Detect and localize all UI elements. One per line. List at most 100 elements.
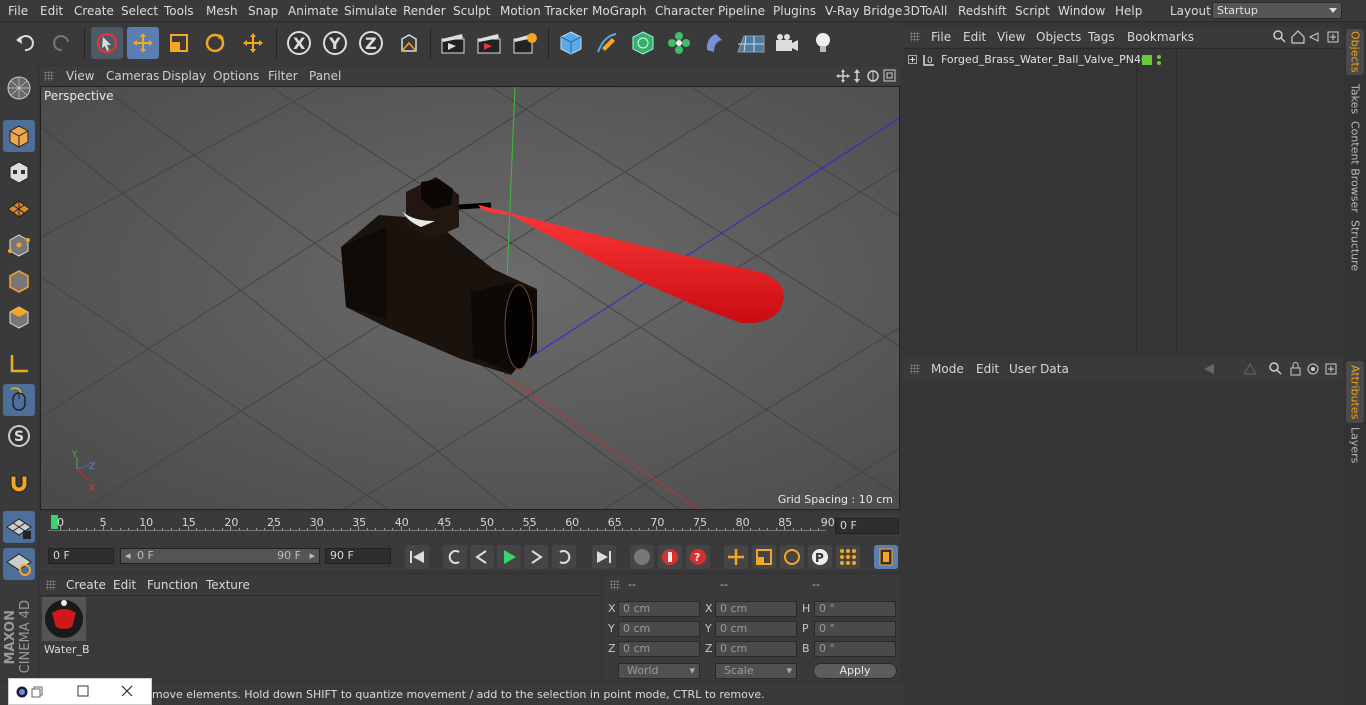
panel-grip-icon[interactable]: [46, 580, 56, 590]
objects-menu-tags[interactable]: Tags: [1088, 30, 1115, 44]
rot-b-field[interactable]: 0 °: [814, 641, 896, 657]
menu-select[interactable]: Select: [121, 4, 158, 18]
tab-structure[interactable]: Structure: [1346, 217, 1364, 275]
3d-viewport[interactable]: Y Z X Perspective Grid Spacing : 10 cm: [40, 86, 900, 510]
maximize-icon[interactable]: [77, 685, 89, 697]
layer-color-swatch[interactable]: [1142, 55, 1152, 65]
next-key-button[interactable]: [552, 545, 576, 569]
menu-motion-tracker[interactable]: Motion Tracker: [500, 4, 588, 18]
menu-3dtoall[interactable]: 3DToAll: [903, 4, 947, 18]
undo-button[interactable]: [10, 27, 42, 59]
rot-p-field[interactable]: 0 °: [814, 621, 896, 637]
render-view-button[interactable]: [437, 27, 469, 59]
menu-edit[interactable]: Edit: [40, 4, 63, 18]
next-frame-button[interactable]: [524, 545, 548, 569]
menu-create[interactable]: Create: [74, 4, 114, 18]
objects-menu-edit[interactable]: Edit: [963, 30, 986, 44]
add-mograph-button[interactable]: [663, 27, 695, 59]
transform-tool-button[interactable]: [237, 27, 269, 59]
end-frame-field[interactable]: 90 F: [325, 548, 391, 564]
close-icon[interactable]: [121, 685, 133, 697]
pos-z-field[interactable]: 0 cm: [618, 641, 700, 657]
y-axis-lock-button[interactable]: Y: [319, 27, 351, 59]
texture-mode-button[interactable]: [3, 156, 35, 188]
expand-icon[interactable]: [908, 55, 918, 65]
object-manager-tools[interactable]: [1272, 29, 1342, 45]
play-button[interactable]: [497, 545, 521, 569]
x-axis-lock-button[interactable]: X: [283, 27, 315, 59]
attributes-menu-edit[interactable]: Edit: [976, 362, 999, 376]
size-z-field[interactable]: 0 cm: [715, 641, 797, 657]
axis-mode-button[interactable]: [3, 348, 35, 380]
pos-y-field[interactable]: 0 cm: [618, 621, 700, 637]
add-deformer-button[interactable]: [699, 27, 731, 59]
menu-sculpt[interactable]: Sculpt: [453, 4, 490, 18]
points-mode-button[interactable]: [3, 229, 35, 261]
menu-pipeline[interactable]: Pipeline: [718, 4, 765, 18]
panel-grip-icon[interactable]: [44, 71, 54, 81]
live-selection-button[interactable]: [91, 27, 123, 59]
menu-vray-bridge[interactable]: V-Ray Bridge: [825, 4, 902, 18]
material-menu-function[interactable]: Function: [147, 578, 198, 592]
add-floor-button[interactable]: [735, 27, 767, 59]
menu-snap[interactable]: Snap: [248, 4, 278, 18]
viewport-menu-display[interactable]: Display: [162, 69, 206, 83]
tweak-mode-button[interactable]: [3, 384, 35, 416]
viewport-menu-options[interactable]: Options: [213, 69, 259, 83]
key-pla-button[interactable]: [836, 545, 860, 569]
z-axis-lock-button[interactable]: Z: [355, 27, 387, 59]
frame-range-slider[interactable]: ◂ 0 F 90 F ▸: [120, 548, 320, 564]
size-mode-select[interactable]: Scale ▾: [715, 663, 797, 679]
tab-content-browser[interactable]: Content Browser: [1346, 121, 1364, 213]
timeline-window-button[interactable]: [874, 545, 898, 569]
coordinate-system-button[interactable]: [393, 27, 425, 59]
keyframe-selection-button[interactable]: ?: [686, 545, 710, 569]
material-menu-edit[interactable]: Edit: [113, 578, 136, 592]
panel-grip-icon[interactable]: [910, 364, 920, 374]
attributes-menu-mode[interactable]: Mode: [931, 362, 964, 376]
enable-locks-button[interactable]: [3, 548, 35, 580]
tab-attributes[interactable]: Attributes: [1346, 361, 1364, 423]
visibility-dots-icon[interactable]: [1156, 54, 1162, 66]
menu-file[interactable]: File: [8, 4, 28, 18]
objects-menu-file[interactable]: File: [931, 30, 951, 44]
apply-button[interactable]: Apply: [813, 663, 897, 679]
material-menu-create[interactable]: Create: [66, 578, 106, 592]
key-scale-button[interactable]: [752, 545, 776, 569]
add-cube-button[interactable]: [555, 27, 587, 59]
restore-icon[interactable]: [31, 686, 43, 698]
menu-mograph[interactable]: MoGraph: [592, 4, 647, 18]
size-y-field[interactable]: 0 cm: [715, 621, 797, 637]
viewport-menu-filter[interactable]: Filter: [268, 69, 298, 83]
previous-key-button[interactable]: [443, 545, 467, 569]
tab-takes[interactable]: Takes: [1346, 79, 1364, 119]
key-position-button[interactable]: [724, 545, 748, 569]
objects-menu-view[interactable]: View: [997, 30, 1025, 44]
objects-menu-objects[interactable]: Objects: [1036, 30, 1081, 44]
tab-objects[interactable]: Objects: [1346, 29, 1364, 75]
viewport-menu-cameras[interactable]: Cameras: [106, 69, 159, 83]
add-camera-button[interactable]: [771, 27, 803, 59]
viewport-menu-view[interactable]: View: [66, 69, 94, 83]
object-name[interactable]: Forged_Brass_Water_Ball_Valve_PN40: [941, 53, 1148, 66]
menu-script[interactable]: Script: [1015, 4, 1050, 18]
solo-mode-button[interactable]: S: [3, 420, 35, 452]
render-settings-button[interactable]: [509, 27, 541, 59]
tab-layers[interactable]: Layers: [1346, 427, 1364, 463]
object-row[interactable]: 0 Forged_Brass_Water_Ball_Valve_PN40: [906, 52, 1336, 70]
key-parameter-button[interactable]: P: [808, 545, 832, 569]
attribute-manager-tools[interactable]: [1200, 361, 1340, 377]
menu-plugins[interactable]: Plugins: [773, 4, 816, 18]
material-menu-texture[interactable]: Texture: [206, 578, 250, 592]
scale-tool-button[interactable]: [163, 27, 195, 59]
timeline-ruler[interactable]: 0 5 10 15 20 25 30 35 40 45 50 55 60 65 70 75 80 85 90 0 F: [40, 512, 900, 542]
menu-tools[interactable]: Tools: [164, 4, 194, 18]
enable-axis-button[interactable]: [3, 511, 35, 543]
coordinate-space-select[interactable]: World ▾: [618, 663, 700, 679]
menu-redshift[interactable]: Redshift: [958, 4, 1007, 18]
viewport-menu-panel[interactable]: Panel: [309, 69, 341, 83]
model-mode-button[interactable]: [3, 120, 35, 152]
autokeying-button[interactable]: [658, 545, 682, 569]
render-to-picture-viewer-button[interactable]: [473, 27, 505, 59]
redo-button[interactable]: [45, 27, 77, 59]
